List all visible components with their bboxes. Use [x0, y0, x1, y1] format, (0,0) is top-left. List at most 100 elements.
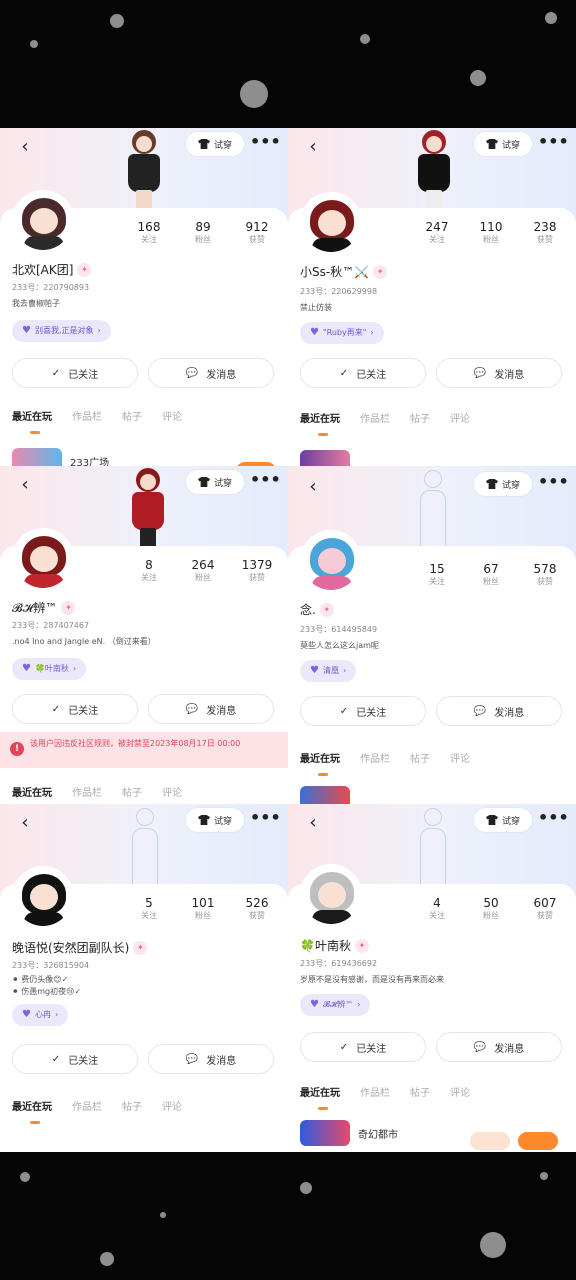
stat-fans[interactable]: 89 粉丝 — [181, 220, 225, 246]
cp-tag[interactable]: ♥ 清凰 › — [300, 660, 357, 682]
tab-recent[interactable]: 最近在玩 — [300, 410, 340, 436]
stat-following[interactable]: 8 关注 — [127, 558, 171, 584]
shirt-icon — [197, 139, 210, 149]
message-button[interactable]: 💬 发消息 — [148, 1044, 274, 1074]
stat-likes[interactable]: 1379 获赞 — [235, 558, 279, 584]
tab-posts[interactable]: 帖子 — [410, 1084, 430, 1104]
tab-recent[interactable]: 最近在玩 — [300, 750, 340, 776]
tab-works[interactable]: 作品栏 — [72, 784, 102, 804]
stat-following[interactable]: 4 关注 — [415, 896, 459, 922]
more-button[interactable]: ••• — [538, 808, 569, 832]
back-button[interactable]: ‹ — [14, 812, 36, 834]
tab-recent[interactable]: 最近在玩 — [12, 1098, 52, 1124]
follow-button[interactable]: ✓ 已关注 — [300, 358, 426, 388]
recent-game-item[interactable] — [300, 450, 350, 466]
tab-posts[interactable]: 帖子 — [410, 750, 430, 770]
tab-posts[interactable]: 帖子 — [122, 784, 142, 804]
tab-works[interactable]: 作品栏 — [360, 410, 390, 430]
check-icon: ✓ — [51, 1053, 61, 1065]
tab-comments[interactable]: 评论 — [162, 408, 182, 428]
stat-fans[interactable]: 101 粉丝 — [181, 896, 225, 922]
message-button[interactable]: 💬 发消息 — [436, 358, 562, 388]
try-on-button[interactable]: 试穿 — [474, 132, 532, 156]
stat-fans[interactable]: 67 粉丝 — [469, 562, 513, 588]
try-on-button[interactable]: 试穿 — [186, 808, 244, 832]
more-button[interactable]: ••• — [538, 132, 569, 156]
stat-likes[interactable]: 607 获赞 — [523, 896, 567, 922]
stat-following[interactable]: 5 关注 — [127, 896, 171, 922]
tab-works[interactable]: 作品栏 — [72, 1098, 102, 1118]
try-on-button[interactable]: 试穿 — [474, 808, 532, 832]
stat-value: 4 — [433, 896, 441, 910]
more-icon: ••• — [250, 470, 281, 489]
cp-tag[interactable]: ♥ 心冉 › — [12, 1004, 69, 1026]
try-on-button[interactable]: 试穿 — [186, 470, 244, 494]
tab-comments[interactable]: 评论 — [450, 410, 470, 430]
tab-comments[interactable]: 评论 — [450, 1084, 470, 1104]
game-thumbnail — [300, 450, 350, 466]
recent-game-item[interactable]: 奇幻都市 — [300, 1120, 398, 1146]
stat-following[interactable]: 15 关注 — [415, 562, 459, 588]
more-button[interactable]: ••• — [250, 470, 281, 494]
back-button[interactable]: ‹ — [302, 812, 324, 834]
stat-likes[interactable]: 238 获赞 — [523, 220, 567, 246]
heart-icon: ♥ — [310, 327, 319, 338]
tab-comments[interactable]: 评论 — [162, 1098, 182, 1118]
stat-label: 关注 — [429, 911, 445, 920]
stat-label: 获赞 — [537, 577, 553, 586]
tab-works[interactable]: 作品栏 — [72, 408, 102, 428]
stat-likes[interactable]: 912 获赞 — [235, 220, 279, 246]
more-button[interactable]: ••• — [538, 472, 569, 496]
recent-game-item[interactable] — [300, 786, 350, 804]
tab-comments[interactable]: 评论 — [162, 784, 182, 804]
tab-comments[interactable]: 评论 — [450, 750, 470, 770]
cp-tag[interactable]: ♥ 别喜我,正是对象 › — [12, 320, 111, 342]
avatar[interactable] — [300, 530, 362, 592]
recent-game-item[interactable]: 233广场 — [12, 448, 109, 466]
tab-recent[interactable]: 最近在玩 — [300, 1084, 340, 1110]
try-on-button[interactable]: 试穿 — [186, 132, 244, 156]
back-button[interactable]: ‹ — [302, 476, 324, 498]
message-button[interactable]: 💬 发消息 — [436, 1032, 562, 1062]
follow-button[interactable]: ✓ 已关注 — [300, 696, 426, 726]
tab-posts[interactable]: 帖子 — [122, 1098, 142, 1118]
follow-button[interactable]: ✓ 已关注 — [12, 694, 138, 724]
more-button[interactable]: ••• — [250, 808, 281, 832]
signature: 岁原不是没有感谢，而是没有再来而必来 — [300, 975, 444, 984]
game-thumbnail — [300, 1120, 350, 1146]
follow-button[interactable]: ✓ 已关注 — [12, 1044, 138, 1074]
more-button[interactable]: ••• — [250, 132, 281, 156]
chat-icon: 💬 — [473, 705, 487, 717]
tab-recent[interactable]: 最近在玩 — [12, 408, 52, 434]
cp-tag[interactable]: ♥ "Ruby再来" › — [300, 322, 384, 344]
stat-following[interactable]: 247 关注 — [415, 220, 459, 246]
try-on-button[interactable]: 试穿 — [474, 472, 532, 496]
cp-tag[interactable]: ♥ 𝓑𝓗辨™ › — [300, 994, 371, 1016]
message-button[interactable]: 💬 发消息 — [436, 696, 562, 726]
tab-recent[interactable]: 最近在玩 — [12, 784, 52, 804]
avatar[interactable] — [300, 864, 362, 926]
avatar[interactable] — [300, 192, 362, 254]
message-button[interactable]: 💬 发消息 — [148, 694, 274, 724]
follow-button[interactable]: ✓ 已关注 — [300, 1032, 426, 1062]
back-button[interactable]: ‹ — [302, 136, 324, 158]
stat-fans[interactable]: 110 粉丝 — [469, 220, 513, 246]
tab-posts[interactable]: 帖子 — [410, 410, 430, 430]
stat-following[interactable]: 168 关注 — [127, 220, 171, 246]
avatar[interactable] — [12, 866, 74, 928]
avatar[interactable] — [12, 528, 74, 590]
tab-works[interactable]: 作品栏 — [360, 1084, 390, 1104]
back-button[interactable]: ‹ — [14, 474, 36, 496]
follow-button[interactable]: ✓ 已关注 — [12, 358, 138, 388]
tab-posts[interactable]: 帖子 — [122, 408, 142, 428]
stat-fans[interactable]: 264 粉丝 — [181, 558, 225, 584]
stat-fans[interactable]: 50 粉丝 — [469, 896, 513, 922]
tab-works[interactable]: 作品栏 — [360, 750, 390, 770]
stat-likes[interactable]: 526 获赞 — [235, 896, 279, 922]
back-button[interactable]: ‹ — [14, 136, 36, 158]
stat-likes[interactable]: 578 获赞 — [523, 562, 567, 588]
chat-icon: 💬 — [473, 1041, 487, 1053]
message-button[interactable]: 💬 发消息 — [148, 358, 274, 388]
avatar[interactable] — [12, 190, 74, 252]
cp-tag[interactable]: ♥ 🍀叶南秋 › — [12, 658, 87, 680]
